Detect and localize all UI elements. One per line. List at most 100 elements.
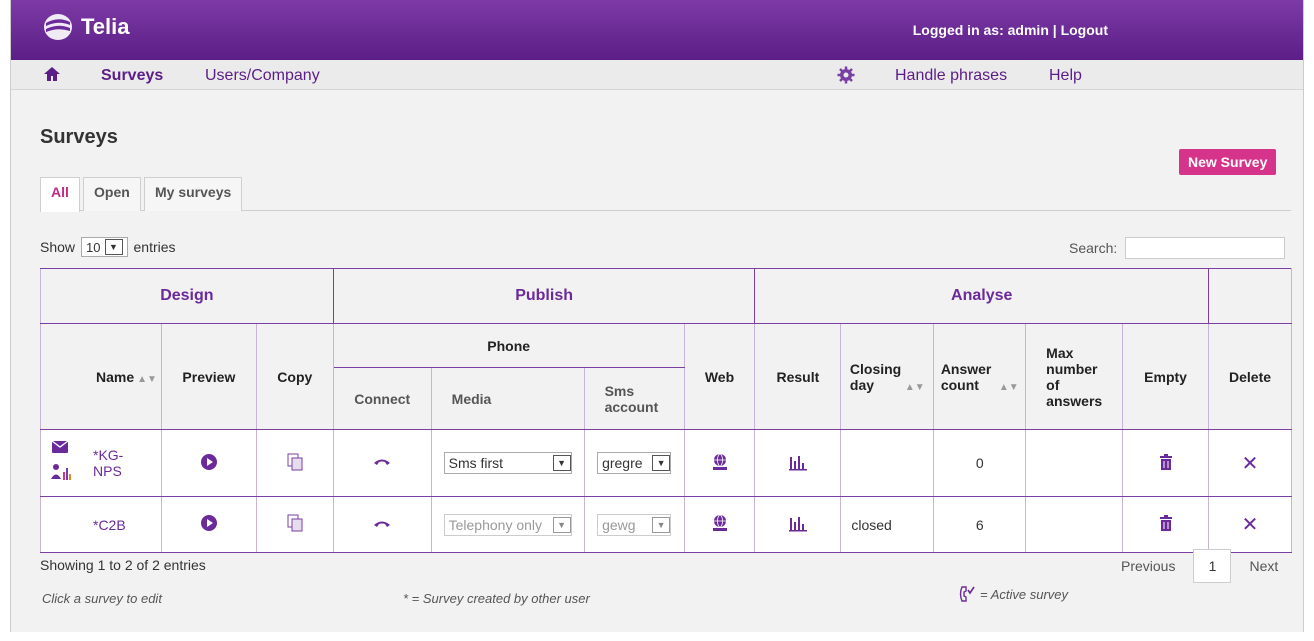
home-icon[interactable] — [43, 66, 61, 87]
col-sms-account: Sms account — [583, 367, 685, 430]
entries-label: entries — [133, 239, 176, 255]
chevron-down-icon: ▼ — [552, 455, 571, 471]
survey-name-cell[interactable]: *C2B — [40, 496, 162, 553]
globe-icon[interactable] — [711, 453, 729, 471]
previous-button[interactable]: Previous — [1121, 558, 1175, 574]
sms-account-select[interactable]: gregre ▼ — [597, 452, 672, 474]
col-answer-count[interactable]: Answer count ▲▼ — [933, 323, 1027, 430]
empty-cell — [1122, 496, 1210, 553]
media-cell: Sms first ▼ — [430, 429, 585, 497]
media-cell: Telephony only ▼ — [430, 496, 585, 553]
telia-logo-icon — [44, 14, 72, 40]
col-connect: Connect — [332, 367, 432, 430]
telia-logo[interactable]: Telia — [41, 12, 130, 42]
col-answer-count-label: Answer count — [940, 360, 992, 393]
group-empty — [1208, 268, 1292, 324]
col-sms-account-label: Sms account — [604, 382, 659, 415]
col-empty: Empty — [1122, 323, 1210, 430]
tab-open[interactable]: Open — [83, 177, 141, 211]
group-header-row: Design Publish Analyse — [40, 268, 1292, 324]
brand-name: Telia — [81, 14, 130, 39]
nav-bar: Surveys Users/Company Handle phrases Hel… — [11, 60, 1303, 90]
survey-name[interactable]: *C2B — [93, 517, 126, 533]
col-closing-day[interactable]: Closing day ▲▼ — [840, 323, 935, 430]
header-row-1: Name ▲▼ Preview Copy Phone Web Result Clo… — [40, 323, 1292, 430]
search-control: Search: — [1069, 237, 1286, 259]
col-phone: Phone — [332, 323, 685, 368]
users-chart-icon — [51, 463, 71, 484]
col-preview: Preview — [160, 323, 257, 430]
tab-all[interactable]: All — [40, 177, 80, 212]
top-bar: Telia Logged in as: admin | Logout — [11, 0, 1303, 60]
bar-chart-icon[interactable] — [788, 514, 807, 532]
next-button[interactable]: Next — [1249, 558, 1278, 574]
media-value: Telephony only — [448, 516, 543, 533]
preview-cell — [160, 496, 257, 553]
tab-my-surveys[interactable]: My surveys — [144, 177, 243, 211]
phone-icon[interactable] — [373, 516, 391, 534]
show-label: Show — [40, 239, 76, 255]
nav-surveys[interactable]: Surveys — [101, 67, 163, 85]
hint-edit: Click a survey to edit — [42, 591, 162, 606]
col-max-answers: Max number of answers — [1025, 323, 1124, 430]
delete-cell: ✕ — [1208, 429, 1292, 497]
bar-chart-icon[interactable] — [788, 453, 807, 471]
page-number-button[interactable]: 1 — [1193, 549, 1232, 583]
chevron-down-icon: ▼ — [652, 455, 671, 471]
sms-account-cell: gewg ▼ — [583, 496, 685, 553]
col-name[interactable]: Name ▲▼ — [40, 323, 162, 430]
logout-link[interactable]: Logout — [1061, 22, 1108, 38]
phone-icon[interactable] — [373, 454, 391, 472]
chevron-down-icon: ▼ — [552, 516, 571, 533]
sms-account-value: gewg — [602, 516, 636, 533]
hint-other-user: * = Survey created by other user — [403, 591, 590, 606]
group-publish: Publish — [332, 268, 756, 324]
table-row[interactable]: *C2B Telephony only ▼ gewg ▼ closed 6 ✕ — [40, 496, 1292, 553]
search-input[interactable] — [1125, 237, 1286, 259]
trash-icon[interactable] — [1157, 453, 1175, 471]
media-select[interactable]: Sms first ▼ — [443, 452, 572, 474]
copy-icon[interactable] — [286, 453, 304, 471]
col-copy: Copy — [255, 323, 334, 430]
survey-name[interactable]: *KG-NPS — [93, 447, 133, 479]
copy-icon[interactable] — [286, 514, 304, 532]
new-survey-button[interactable]: New Survey — [1179, 149, 1277, 175]
col-web: Web — [683, 323, 756, 430]
gear-icon[interactable] — [837, 66, 855, 89]
chevron-down-icon: ▼ — [104, 239, 123, 255]
search-label: Search: — [1069, 240, 1118, 256]
col-closing-day-label: Closing day — [849, 360, 902, 393]
preview-cell — [160, 429, 257, 497]
table-row[interactable]: *KG-NPS Sms first ▼ gregre ▼ 0 ✕ — [40, 429, 1292, 497]
app-frame: Telia Logged in as: admin | Logout Surve… — [10, 0, 1304, 632]
answer-count-cell: 6 — [933, 496, 1027, 553]
closing-day-cell: closed — [840, 496, 935, 553]
connect-cell — [332, 429, 432, 497]
globe-icon[interactable] — [711, 514, 729, 532]
nav-help[interactable]: Help — [1049, 67, 1082, 85]
col-media: Media — [430, 367, 585, 430]
close-icon[interactable]: ✕ — [1242, 453, 1259, 475]
login-status: Logged in as: admin | Logout — [913, 22, 1108, 38]
sms-account-cell: gregre ▼ — [583, 429, 685, 497]
survey-tabs: All Open My surveys — [40, 177, 1291, 212]
pagination: Previous 1 Next — [1121, 549, 1278, 583]
sort-icon: ▲▼ — [137, 373, 157, 385]
survey-name-cell[interactable]: *KG-NPS — [40, 429, 162, 497]
answer-count-cell: 0 — [933, 429, 1027, 497]
nav-handle-phrases[interactable]: Handle phrases — [895, 67, 1007, 85]
max-answers-cell — [1025, 496, 1124, 553]
nav-users-company[interactable]: Users/Company — [205, 67, 320, 85]
entries-select[interactable]: 10 ▼ — [81, 237, 128, 257]
close-icon[interactable]: ✕ — [1242, 514, 1259, 536]
entries-value: 10 — [86, 239, 101, 255]
play-icon[interactable] — [200, 453, 218, 471]
web-cell — [683, 496, 756, 553]
sms-account-select[interactable]: gewg ▼ — [597, 513, 672, 536]
page-title: Surveys — [40, 126, 118, 148]
play-icon[interactable] — [200, 514, 218, 532]
trash-icon[interactable] — [1157, 514, 1175, 532]
media-select[interactable]: Telephony only ▼ — [443, 513, 572, 536]
entries-summary: Showing 1 to 2 of 2 entries — [40, 557, 206, 573]
login-text: Logged in as: admin | — [912, 22, 1057, 38]
